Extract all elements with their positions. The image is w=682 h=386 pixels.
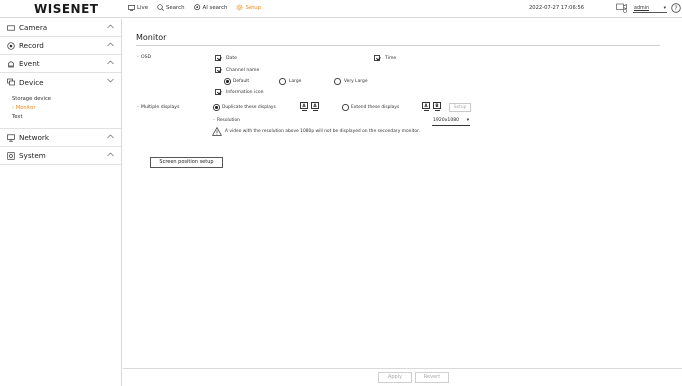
system-icon	[7, 151, 15, 160]
page-title: Monitor	[136, 33, 167, 42]
nav-live[interactable]: Live	[128, 5, 148, 11]
alarm-icon[interactable]	[616, 3, 628, 13]
screen-position-setup-button[interactable]: Screen position setup	[150, 157, 223, 168]
channel-name-checkbox[interactable]	[215, 67, 221, 73]
nav-live-label: Live	[137, 4, 149, 11]
date-label: Date	[226, 56, 237, 61]
sidebar-sub-monitor[interactable]: › Monitor	[12, 104, 121, 113]
nav-ai-search-label: AI search	[202, 4, 228, 11]
sidebar-sub-storage-device[interactable]: Storage device	[12, 95, 121, 104]
time-label: Time	[385, 56, 397, 61]
warning-text: A video with the resolution above 1080p …	[225, 129, 420, 134]
size-very-large-label: Very Large	[344, 79, 368, 84]
top-bar: WISENET Live Search AI search Setup 2022…	[0, 0, 682, 18]
resolution-bullet: -	[213, 118, 215, 123]
channel-name-label: Channel name	[226, 68, 260, 73]
monitor-a-icon: A	[300, 102, 308, 111]
size-very-large-radio[interactable]	[334, 78, 341, 85]
nav-search[interactable]: Search	[157, 4, 185, 11]
chevron-down-icon: ▾	[663, 5, 666, 11]
gear-icon	[237, 4, 243, 11]
sidebar-item-record[interactable]: Record	[0, 37, 121, 55]
information-icon-checkbox[interactable]	[215, 89, 221, 95]
nav-ai-search[interactable]: AI search	[193, 4, 228, 11]
ai-search-icon	[193, 4, 200, 11]
datetime: 2022-07-27 17:06:56	[529, 5, 585, 11]
user-select[interactable]: admin ▾	[633, 4, 667, 13]
bell-icon	[8, 60, 14, 67]
apply-button[interactable]: Apply	[378, 372, 412, 383]
sidebar-item-label: System	[19, 151, 46, 160]
chevron-up-icon	[107, 42, 114, 47]
monitor-icon	[128, 4, 135, 11]
size-large-label: Large	[289, 79, 302, 84]
sidebar-item-system[interactable]: System	[0, 147, 121, 165]
sidebar-item-label: Event	[19, 59, 40, 68]
sidebar-item-network[interactable]: Network	[0, 129, 121, 147]
duplicate-displays-label: Duplicate these displays	[222, 105, 276, 110]
record-icon	[7, 41, 15, 50]
main-panel: Monitor	[123, 19, 682, 386]
extend-displays-radio[interactable]	[342, 104, 349, 111]
time-checkbox[interactable]	[374, 55, 380, 61]
sidebar-item-label: Camera	[19, 23, 48, 32]
chevron-up-icon	[107, 24, 114, 29]
sidebar-sub-monitor-label: Monitor	[15, 105, 36, 111]
revert-button[interactable]: Revert	[415, 372, 449, 383]
device-submenu: Storage device › Monitor Text	[0, 91, 121, 129]
device-icon	[7, 78, 15, 86]
chevron-down-icon	[107, 78, 114, 83]
sidebar-item-label: Record	[19, 41, 44, 50]
chevron-up-icon	[107, 152, 114, 157]
nav-search-label: Search	[166, 4, 185, 11]
monitor-a-icon: A	[311, 102, 319, 111]
resolution-label: Resolution	[217, 118, 240, 123]
osd-label: OSD	[141, 55, 152, 60]
chevron-up-icon	[107, 134, 114, 139]
nav-setup-label: Setup	[245, 4, 262, 11]
help-icon[interactable]: ?	[671, 3, 681, 13]
sidebar: Camera Record Event Device Storage devic…	[0, 19, 122, 386]
osd-bullet: -	[137, 55, 139, 60]
sidebar-item-label: Network	[19, 133, 50, 142]
monitor-b-icon: B	[433, 102, 441, 111]
user-name: admin	[634, 5, 650, 11]
resolution-select[interactable]: 1920x1080 ▾	[432, 118, 470, 126]
sidebar-item-label: Device	[19, 77, 44, 87]
nav-setup[interactable]: Setup	[236, 4, 261, 11]
multiple-displays-label: Multiple displays	[141, 105, 180, 110]
information-icon-label: Information icon	[226, 90, 264, 95]
chevron-up-icon	[107, 60, 114, 65]
footer-divider	[123, 368, 682, 369]
svg-text:?: ?	[674, 5, 677, 12]
size-default-label: Default	[233, 79, 250, 84]
sidebar-item-device[interactable]: Device	[0, 73, 121, 91]
duplicate-displays-radio[interactable]	[213, 104, 220, 111]
sidebar-item-event[interactable]: Event	[0, 55, 121, 73]
date-checkbox[interactable]	[215, 55, 221, 61]
extend-displays-label: Extend these displays	[351, 105, 400, 110]
chevron-down-icon: ▾	[466, 118, 469, 123]
resolution-value: 1920x1080	[433, 118, 460, 123]
setup-button[interactable]: Setup	[449, 103, 471, 112]
size-default-radio[interactable]	[224, 78, 231, 85]
warning-icon	[212, 127, 222, 136]
camera-icon	[7, 24, 15, 31]
sidebar-item-camera[interactable]: Camera	[0, 19, 121, 37]
title-divider	[136, 45, 660, 46]
multi-display-bullet: -	[137, 105, 139, 110]
search-icon	[157, 4, 164, 11]
network-icon	[7, 133, 15, 142]
logo: WISENET	[34, 2, 99, 16]
top-nav: Live Search AI search Setup	[128, 4, 261, 11]
sidebar-sub-text[interactable]: Text	[12, 113, 121, 122]
size-large-radio[interactable]	[279, 78, 286, 85]
monitor-a-icon: A	[422, 102, 430, 111]
